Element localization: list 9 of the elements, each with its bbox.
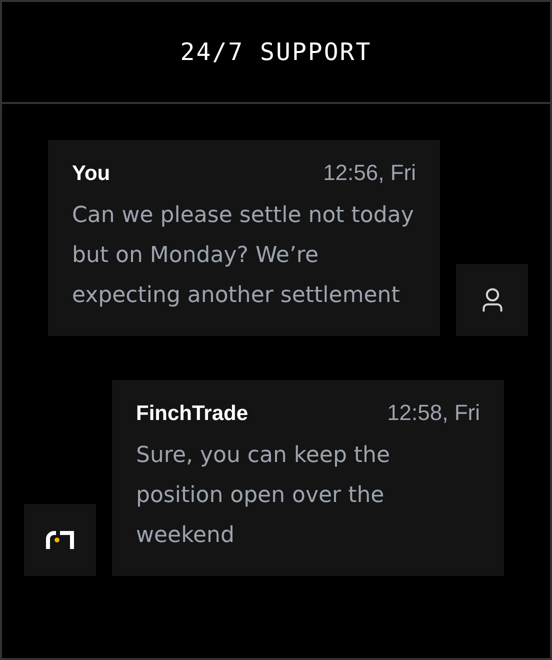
logo-icon — [46, 531, 74, 549]
sender-name: You — [72, 162, 110, 186]
sender-name: FinchTrade — [136, 402, 248, 426]
message-time: 12:56, Fri — [323, 160, 416, 186]
message-text: Can we please settle not today but on Monday? We’re expecting another settlement — [72, 202, 415, 310]
message-time: 12:58, Fri — [387, 400, 480, 426]
user-icon — [480, 288, 504, 312]
chat-title: 24/7 SUPPORT — [180, 38, 372, 66]
message-text: Sure, you can keep the position open over the weekend — [136, 442, 392, 550]
